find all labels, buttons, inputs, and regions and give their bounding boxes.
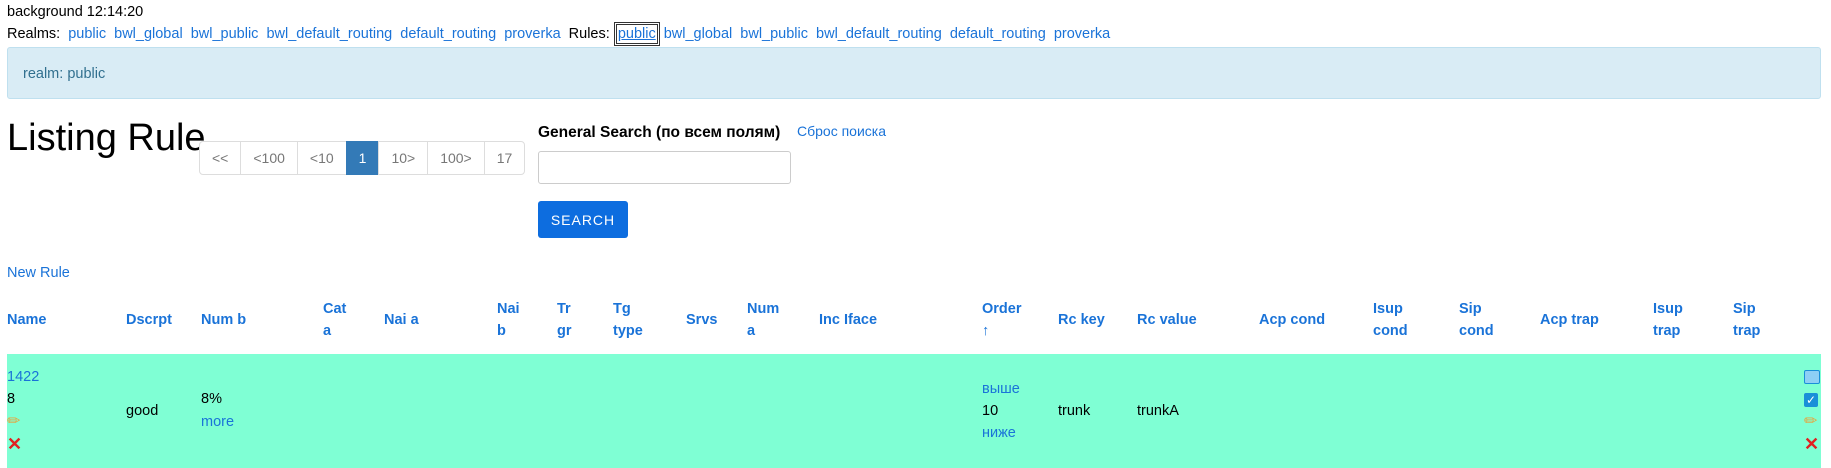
pencil-icon[interactable]: ✏ [1804,414,1817,430]
col-sip-trap-l1: Sip [1733,301,1756,317]
col-cat-a-l1: Cat [323,301,347,317]
search-label: General Search (по всем полям) [538,124,781,141]
realm-link-bwl-public[interactable]: bwl_public [191,26,259,42]
realm-link-bwl-default-routing[interactable]: bwl_default_routing [266,26,392,42]
col-tg-type-l2: type [613,323,643,339]
col-sip-cond-l2: cond [1459,323,1494,339]
col-tr-gr-l1: Tr [557,301,571,317]
rules-label: Rules: [568,26,610,42]
col-order[interactable]: Order ↑ [982,298,1022,342]
sort-arrow-icon: ↑ [982,323,990,339]
col-order-l1: Order [982,301,1022,317]
col-inc-iface[interactable]: Inc Iface [819,309,877,331]
page-forward-10[interactable]: 10> [378,141,429,175]
realm-alert: realm: public [7,47,1821,99]
col-srvs[interactable]: Srvs [686,309,717,331]
col-isup-trap-l1: Isup [1653,301,1683,317]
page-current[interactable]: 1 [345,141,380,175]
col-acp-trap[interactable]: Acp trap [1540,309,1599,331]
view-icon[interactable] [1804,370,1820,388]
rules-link-bwl-default-routing[interactable]: bwl_default_routing [816,26,942,42]
col-isup-trap-l2: trap [1653,323,1681,339]
col-nai-a[interactable]: Nai a [384,309,419,331]
col-num-a-l1: Num [747,301,780,317]
rule-order: 10 [982,403,999,419]
col-nai-b-l1: Nai [497,301,520,317]
order-up-link[interactable]: выше [982,381,1020,397]
rule-id-link[interactable]: 1422 [7,369,39,385]
page-title: Listing Rule [7,117,206,159]
col-tg-type-l1: Tg [613,301,631,317]
rules-link-proverka[interactable]: proverka [1054,26,1110,42]
rules-link-bwl-global[interactable]: bwl_global [664,26,733,42]
new-rule-link[interactable]: New Rule [7,265,70,281]
rules-link-bwl-public[interactable]: bwl_public [740,26,808,42]
rules-link-public-active[interactable]: public [615,24,658,44]
pencil-icon[interactable]: ✏ [7,414,20,430]
rule-name: 8 [7,391,16,407]
pagination: << <100 <10 1 10> 100> 17 [199,141,526,175]
col-sip-trap[interactable]: Sip trap [1733,298,1760,342]
status-text: background 12:14:20 [7,4,144,20]
alert-text: realm: public [23,66,106,82]
col-rc-key[interactable]: Rc key [1058,309,1105,331]
col-acp-cond[interactable]: Acp cond [1259,309,1325,331]
search-input[interactable] [538,151,791,184]
realm-link-default-routing[interactable]: default_routing [400,26,496,42]
rules-link-default-routing[interactable]: default_routing [950,26,1046,42]
search-button[interactable]: SEARCH [538,201,628,238]
col-isup-trap[interactable]: Isup trap [1653,298,1683,342]
col-sip-trap-l2: trap [1733,323,1761,339]
page-first[interactable]: << [199,141,242,175]
table-row: 1422 8 ✏ ✕ good 8% more выше 10 ниже tru… [7,354,1821,468]
page-back-10[interactable]: <10 [296,141,347,175]
delete-icon[interactable]: ✕ [1804,435,1819,453]
realm-link-bwl-global[interactable]: bwl_global [114,26,183,42]
col-num-b[interactable]: Num b [201,309,246,331]
col-tr-gr-l2: gr [557,323,572,339]
col-name[interactable]: Name [7,309,47,331]
col-nai-b[interactable]: Nai b [497,298,520,342]
col-isup-cond-l1: Isup [1373,301,1403,317]
page-last[interactable]: 17 [483,141,526,175]
col-rc-value[interactable]: Rc value [1137,309,1197,331]
rule-num-b: 8% [201,391,222,407]
realms-label: Realms: [7,26,61,42]
col-cat-a[interactable]: Cat a [323,298,346,342]
col-tr-gr[interactable]: Tr gr [557,298,572,342]
col-isup-cond-l2: cond [1373,323,1408,339]
realm-link-proverka[interactable]: proverka [504,26,560,42]
col-sip-cond-l1: Sip [1459,301,1482,317]
col-dscrpt[interactable]: Dscrpt [126,309,172,331]
check-icon[interactable]: ✓ [1804,392,1818,408]
rule-dscrpt: good [126,403,159,419]
realm-nav: Realms: public bwl_global bwl_public bwl… [7,24,1114,44]
col-num-a-l2: a [747,323,756,339]
page-back-100[interactable]: <100 [240,141,298,175]
col-num-a[interactable]: Num a [747,298,779,342]
delete-icon[interactable]: ✕ [7,435,22,453]
rule-rc-value: trunkA [1137,403,1179,419]
search-reset-link[interactable]: Сброс поиска [797,123,886,139]
col-tg-type[interactable]: Tg type [613,298,643,342]
col-cat-a-l2: a [323,323,332,339]
realm-link-public[interactable]: public [68,26,106,42]
col-sip-cond[interactable]: Sip cond [1459,298,1494,342]
col-isup-cond[interactable]: Isup cond [1373,298,1408,342]
order-down-link[interactable]: ниже [982,425,1016,441]
page-forward-100[interactable]: 100> [427,141,485,175]
col-nai-b-l2: b [497,323,506,339]
more-link[interactable]: more [201,414,234,430]
rule-rc-key: trunk [1058,403,1091,419]
